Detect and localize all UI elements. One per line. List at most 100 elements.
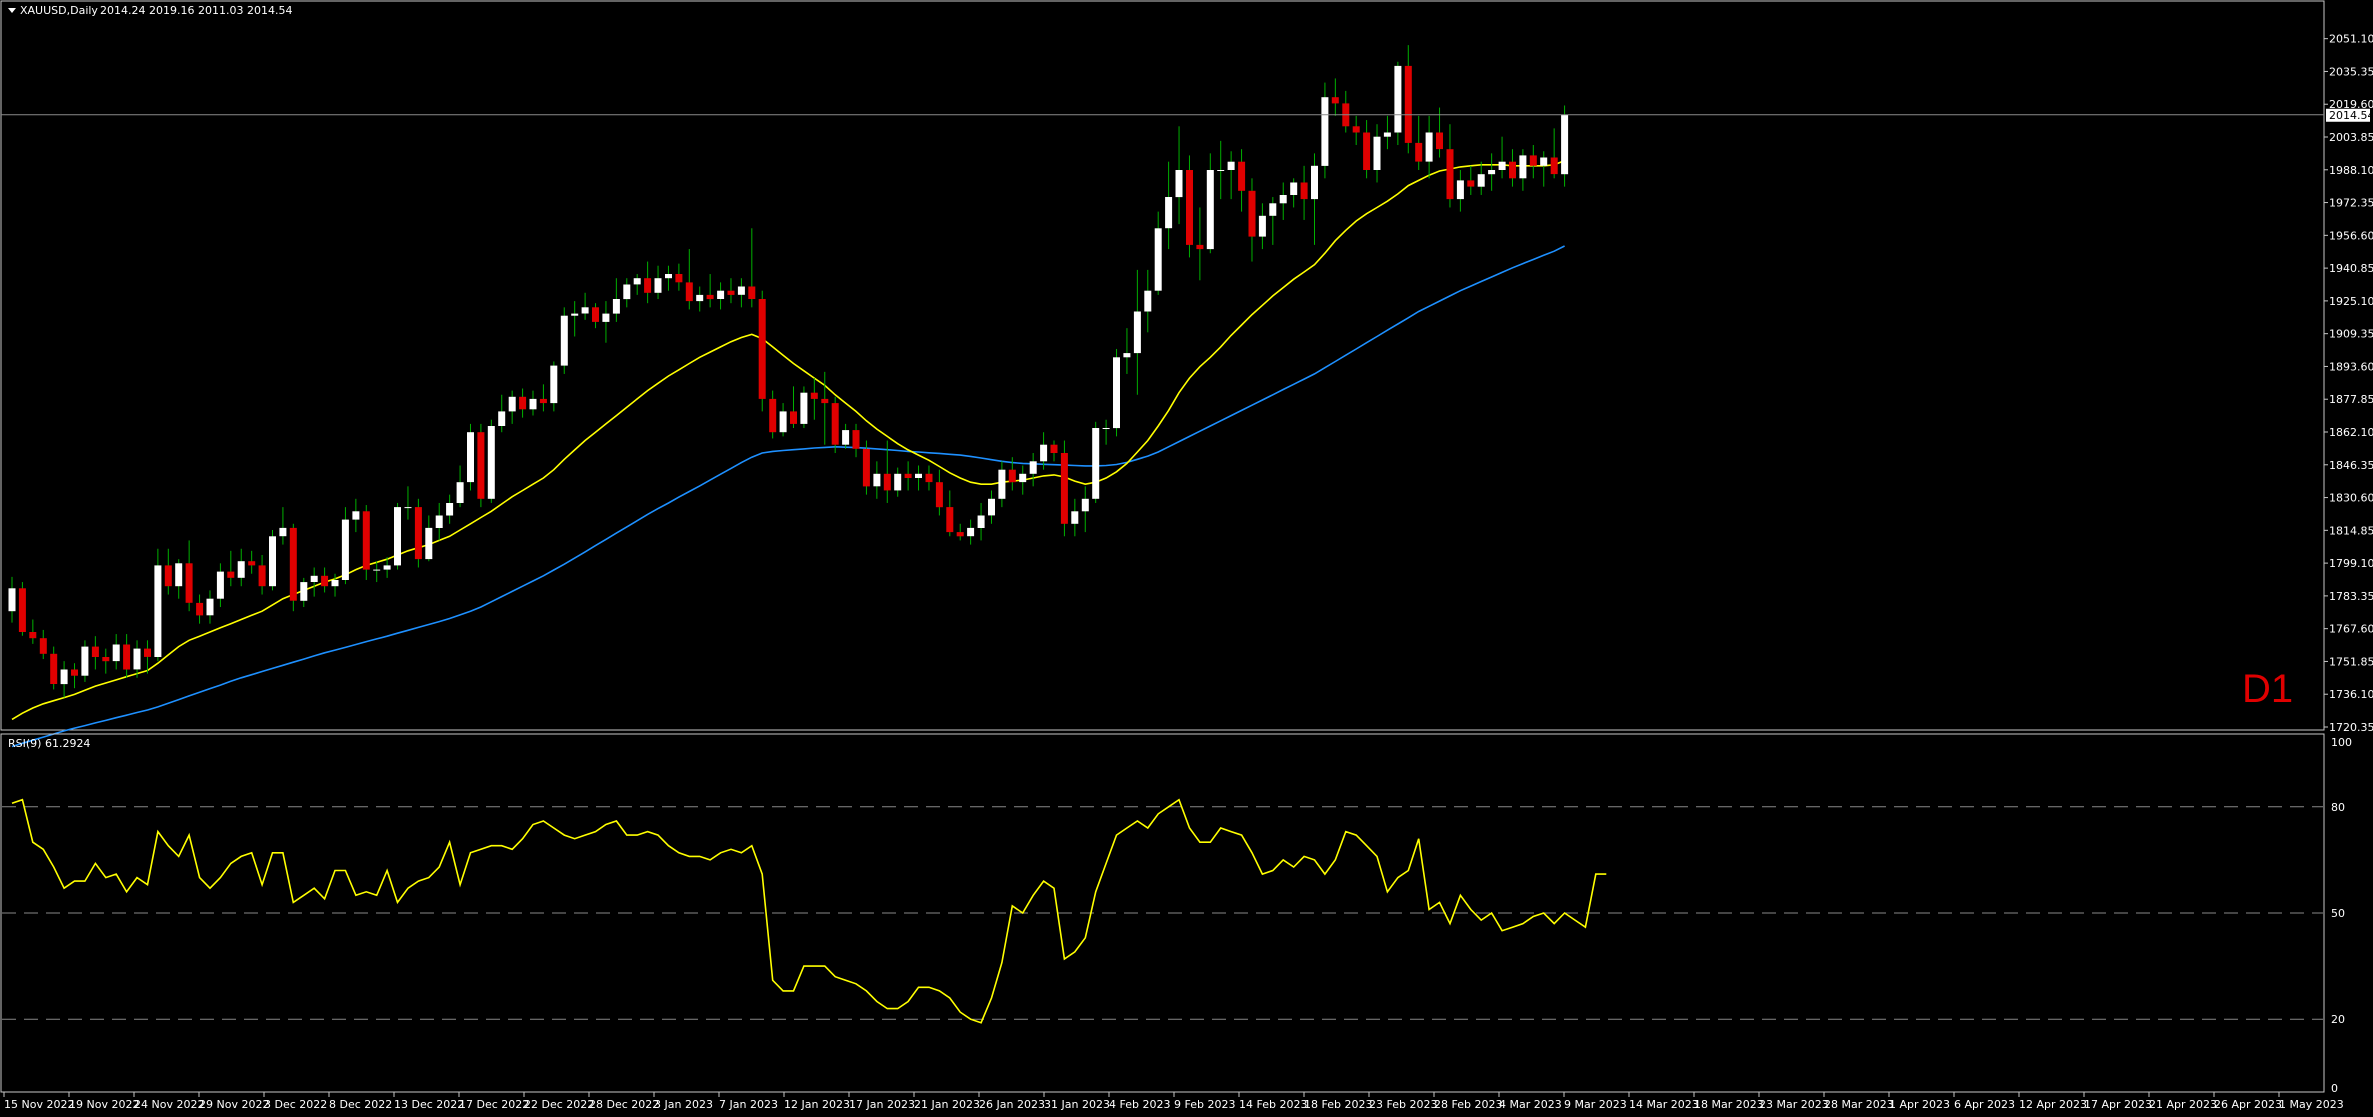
time-tick-label: 13 Dec 2022 <box>394 1098 464 1111</box>
rsi-tick-label: 80 <box>2331 801 2345 814</box>
time-tick-label: 8 Dec 2022 <box>329 1098 392 1111</box>
bull-candle <box>1165 197 1173 229</box>
bull-candle <box>915 473 922 478</box>
bear-candle <box>519 396 527 410</box>
price-tick-label: 2003.85 <box>2329 131 2373 144</box>
bull-candle <box>1561 114 1569 175</box>
bull-candle <box>269 536 276 587</box>
time-tick-label: 22 Dec 2022 <box>524 1098 594 1111</box>
time-tick-label: 1 May 2023 <box>2279 1098 2344 1111</box>
bear-candle <box>29 632 37 639</box>
bull-candle <box>446 503 454 516</box>
trading-chart[interactable]: XAUUSD,Daily 2014.24 2019.16 2011.03 201… <box>0 0 2373 1117</box>
bear-candle <box>685 282 693 302</box>
symbol-title: XAUUSD,Daily <box>20 4 98 17</box>
bull-candle <box>1081 498 1089 512</box>
bear-candle <box>102 657 110 662</box>
bear-candle <box>258 565 266 587</box>
time-tick-label: 12 Jan 2023 <box>784 1098 850 1111</box>
bull-candle <box>1279 195 1287 204</box>
bull-candle <box>352 511 360 520</box>
bull-candle <box>1154 228 1162 291</box>
time-tick-label: 18 Mar 2023 <box>1694 1098 1764 1111</box>
bear-candle <box>1446 149 1454 200</box>
bear-candle <box>1363 132 1371 170</box>
time-tick-label: 6 Apr 2023 <box>1954 1098 2015 1111</box>
time-tick-label: 14 Mar 2023 <box>1629 1098 1699 1111</box>
bear-candle <box>91 646 99 657</box>
bull-candle <box>1519 155 1527 179</box>
bear-candle <box>1238 161 1246 191</box>
time-tick-label: 28 Mar 2023 <box>1824 1098 1894 1111</box>
bear-candle <box>758 299 766 399</box>
bear-candle <box>904 473 912 478</box>
bear-candle <box>790 411 797 424</box>
rsi-tick-label: 0 <box>2331 1082 2338 1095</box>
chart-background <box>0 0 2373 1117</box>
bull-candle <box>487 426 495 499</box>
bull-candle <box>571 313 579 316</box>
bear-candle <box>71 669 78 676</box>
price-tick-label: 1862.10 <box>2329 426 2373 439</box>
time-tick-label: 14 Feb 2023 <box>1239 1098 1307 1111</box>
bear-candle <box>185 563 193 603</box>
time-tick-label: 28 Feb 2023 <box>1434 1098 1502 1111</box>
bull-candle <box>467 432 474 483</box>
bull-candle <box>154 565 162 657</box>
price-tick-label: 1783.35 <box>2329 590 2373 603</box>
bull-candle <box>654 278 662 293</box>
bear-candle <box>727 290 735 295</box>
bear-candle <box>1300 182 1308 200</box>
bull-candle <box>1477 174 1485 187</box>
bull-candle <box>373 569 381 571</box>
bull-candle <box>341 519 349 580</box>
bull-candle <box>717 290 725 299</box>
bull-candle <box>237 561 245 578</box>
bull-candle <box>1217 170 1225 171</box>
bear-candle <box>862 448 870 487</box>
bull-candle <box>1040 444 1048 462</box>
bear-candle <box>946 507 954 533</box>
time-tick-label: 26 Apr 2023 <box>2214 1098 2282 1111</box>
bear-candle <box>1529 155 1537 166</box>
bear-candle <box>1186 170 1193 245</box>
bull-candle <box>394 507 401 566</box>
bull-candle <box>842 430 850 445</box>
bull-candle <box>1258 215 1266 237</box>
bear-candle <box>769 398 777 433</box>
bull-candle <box>206 598 214 616</box>
price-tick-label: 1972.35 <box>2329 197 2373 210</box>
bear-candle <box>852 430 860 449</box>
bear-candle <box>362 511 370 570</box>
bull-candle <box>60 669 68 685</box>
price-tick-label: 1909.35 <box>2329 328 2373 341</box>
bull-candle <box>1425 132 1433 162</box>
price-tick-label: 1767.60 <box>2329 623 2373 636</box>
bull-candle <box>894 473 902 491</box>
time-tick-label: 19 Nov 2022 <box>69 1098 139 1111</box>
bull-candle <box>581 307 589 314</box>
price-tick-label: 1720.35 <box>2329 721 2373 734</box>
timeframe-label: D1 <box>2242 667 2293 711</box>
time-tick-label: 9 Mar 2023 <box>1564 1098 1627 1111</box>
bull-candle <box>1092 428 1100 499</box>
bear-candle <box>1050 444 1058 453</box>
bear-candle <box>144 648 151 657</box>
bear-candle <box>706 294 714 300</box>
time-tick-label: 1 Apr 2023 <box>1889 1098 1950 1111</box>
bull-candle <box>1290 182 1298 195</box>
bull-candle <box>456 482 464 503</box>
bear-candle <box>925 473 933 483</box>
bear-candle <box>1436 132 1443 150</box>
time-tick-label: 3 Jan 2023 <box>654 1098 713 1111</box>
bull-candle <box>133 648 141 670</box>
bear-candle <box>1196 244 1204 250</box>
price-tick-label: 1925.10 <box>2329 295 2373 308</box>
bull-candle <box>560 315 568 366</box>
bear-candle <box>935 482 943 508</box>
bear-candle <box>883 473 891 491</box>
bear-candle <box>18 588 26 632</box>
bull-candle <box>425 527 433 560</box>
price-tick-label: 1751.85 <box>2329 655 2373 668</box>
bull-candle <box>1123 353 1131 358</box>
